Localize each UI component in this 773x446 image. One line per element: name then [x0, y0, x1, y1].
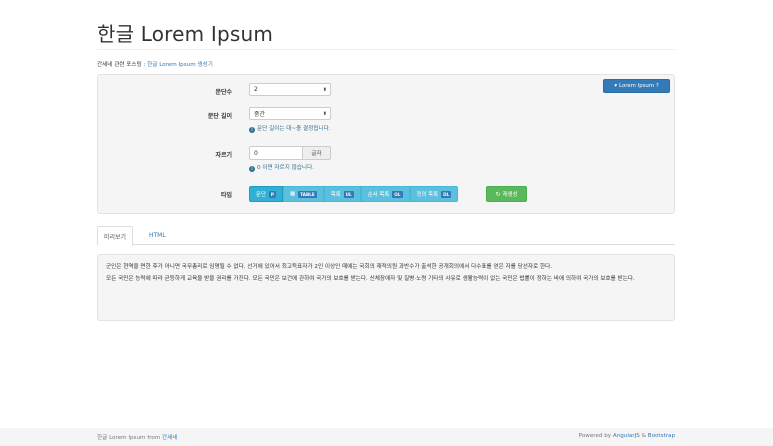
tag-label-ul: UL	[343, 190, 354, 198]
type-button-text: 순서 목록	[367, 192, 390, 198]
preview-panel: 군인은 현역을 면한 후가 아니면 국무총리로 임명될 수 없다. 선거에 있어…	[97, 254, 675, 321]
cut-label: 자르기	[215, 152, 232, 159]
related-posting: 간세네 관련 포스팅 : 한글 Lorem Ipsum 생성기	[97, 60, 213, 68]
footer-credit: 한글 Lorem Ipsum from 간세네	[97, 433, 178, 441]
footer-powered-by: Powered by AngularJS & Bootstrap	[579, 433, 675, 439]
preview-paragraph: 모든 국민은 능력에 따라 균등하게 교육을 받을 권리를 가진다. 모든 국민…	[106, 276, 635, 283]
tag-label-ol: OL	[392, 190, 403, 198]
paragraph-length-select[interactable]: 중간 ⬍	[249, 107, 331, 120]
bootstrap-link[interactable]: Bootstrap	[648, 433, 675, 439]
related-prefix: 간세네 관련 포스팅 :	[97, 62, 148, 68]
title-divider	[97, 49, 675, 50]
options-panel: ▾ Lorem Ipsum ? 문단수 2 ⬍ 문단 길이 중간 ⬍ i 문단 길…	[97, 74, 675, 214]
powered-by-text: Powered by	[578, 433, 613, 439]
type-definition-list-button[interactable]: 정의 목록 DL	[409, 186, 459, 202]
author-link[interactable]: 간세네	[162, 435, 177, 441]
info-icon: i	[249, 166, 255, 172]
type-button-text: 문단	[256, 192, 266, 198]
type-ordered-list-button[interactable]: 순서 목록 OL	[360, 186, 410, 202]
refresh-icon: ↻	[495, 190, 501, 198]
preview-paragraph: 군인은 현역을 면한 후가 아니면 국무총리로 임명될 수 없다. 선거에 있어…	[106, 264, 553, 270]
lorem-ipsum-help-button[interactable]: ▾ Lorem Ipsum ?	[603, 79, 670, 93]
toggle-label: Lorem Ipsum ?	[619, 83, 659, 89]
paragraph-count-select[interactable]: 2 ⬍	[249, 83, 331, 96]
regenerate-label: 재생성	[502, 192, 518, 198]
related-link[interactable]: 한글 Lorem Ipsum 생성기	[147, 62, 213, 68]
cut-help-text: 0 이면 자르지 않습니다.	[257, 165, 314, 171]
cut-input[interactable]: 0	[249, 146, 303, 160]
ampersand-text: &	[639, 433, 648, 439]
footer-credit-text: 한글 Lorem Ipsum from	[97, 435, 163, 441]
output-tabs: 미리보기 HTML	[97, 226, 675, 246]
type-paragraph-button[interactable]: 문단 P	[249, 186, 283, 202]
type-table-button[interactable]: ▦ TABLE	[283, 186, 324, 202]
type-button-group: 문단 P ▦ TABLE 목록 UL 순서 목록 OL 정의 목록 DL	[249, 186, 459, 202]
type-label: 타입	[220, 192, 232, 199]
select-chevron-icon: ⬍	[322, 110, 327, 117]
info-icon: i	[249, 127, 255, 133]
caret-down-icon: ▾	[614, 83, 618, 89]
type-list-button[interactable]: 목록 UL	[323, 186, 361, 202]
cut-input-group: 0 글자	[249, 146, 331, 160]
type-button-text: 정의 목록	[416, 192, 439, 198]
paragraph-length-help-text: 문단 길이는 대~충 결정됩니다.	[257, 126, 331, 132]
page-title: 한글 Lorem Ipsum	[97, 22, 274, 46]
tag-label-table: TABLE	[298, 190, 317, 198]
paragraph-length-help: i 문단 길이는 대~충 결정됩니다.	[249, 124, 331, 133]
type-button-text: 목록	[330, 192, 341, 198]
footer: 한글 Lorem Ipsum from 간세네 Powered by Angul…	[0, 428, 773, 446]
paragraph-count-label: 문단수	[215, 89, 232, 96]
cut-help: i0 이면 자르지 않습니다.	[249, 163, 314, 172]
select-chevron-icon: ⬍	[322, 86, 327, 93]
paragraph-count-value: 2	[254, 86, 258, 93]
regenerate-button[interactable]: ↻ 재생성	[486, 186, 527, 202]
tag-label-dl: DL	[441, 190, 452, 198]
cut-addon: 글자	[303, 146, 331, 160]
table-icon: ▦	[290, 191, 296, 197]
tag-label-p: P	[268, 190, 276, 198]
tab-html[interactable]: HTML	[143, 226, 172, 245]
angularjs-link[interactable]: AngularJS	[613, 433, 640, 439]
paragraph-length-value: 중간	[254, 111, 266, 118]
paragraph-length-label: 문단 길이	[207, 113, 232, 120]
tab-preview[interactable]: 미리보기	[97, 226, 134, 246]
